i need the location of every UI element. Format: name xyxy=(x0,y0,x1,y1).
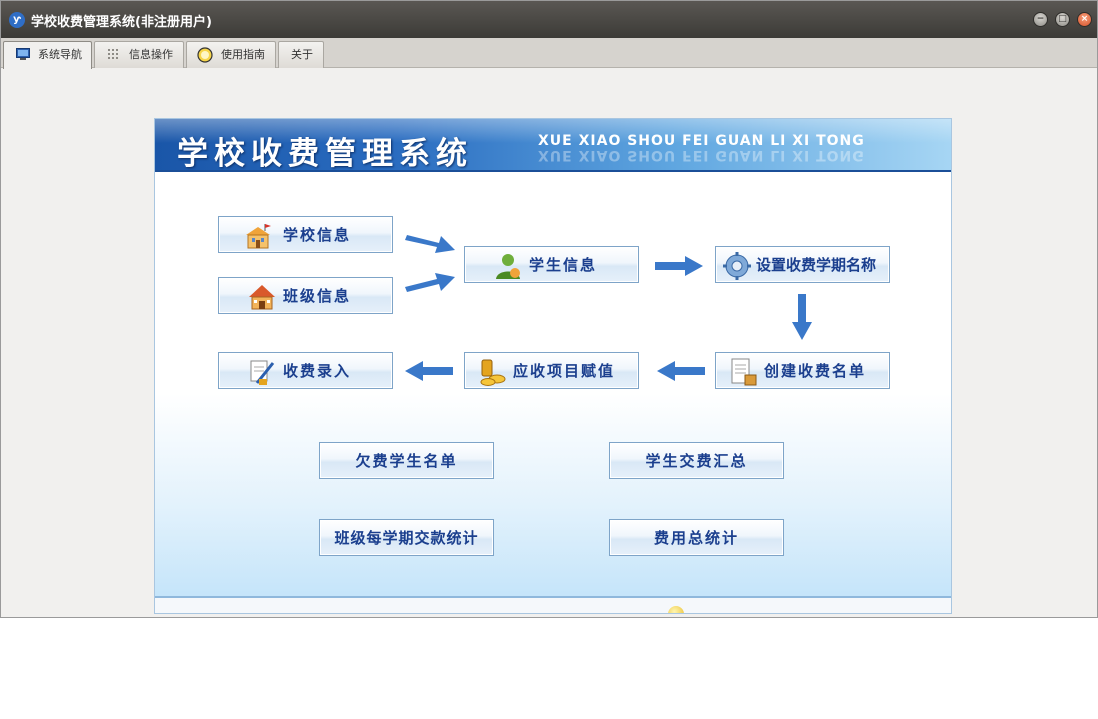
house-icon xyxy=(249,285,275,310)
button-label: 学校信息 xyxy=(283,226,352,244)
navigation-panel: 学校收费管理系统 XUE XIAO SHOU FEI GUAN LI XI TO… xyxy=(154,118,952,614)
maximize-icon: □ xyxy=(1058,14,1067,24)
arrow-school-to-student xyxy=(405,235,455,253)
monitor-icon xyxy=(16,48,30,60)
tab-bar: 系统导航 信息操作 使用指南 关于 xyxy=(1,38,1097,69)
fee-entry-button[interactable]: 收费录入 xyxy=(218,352,393,389)
tab-label: 关于 xyxy=(291,48,313,61)
banner-subtitle-reflection: XUE XIAO SHOU FEI GUAN LI XI TONG xyxy=(538,147,865,163)
info-bulb-icon xyxy=(668,606,684,613)
button-label: 创建收费名单 xyxy=(764,362,867,380)
button-label: 设置收费学期名称 xyxy=(756,256,877,274)
tab-label: 系统导航 xyxy=(38,48,82,61)
minimize-button[interactable]: − xyxy=(1033,12,1048,27)
help-circle-icon xyxy=(197,47,213,63)
payment-summary-button[interactable]: 学生交费汇总 xyxy=(609,442,784,479)
close-icon: × xyxy=(1080,14,1089,24)
button-label: 班级信息 xyxy=(283,287,352,305)
total-stats-button[interactable]: 费用总统计 xyxy=(609,519,784,556)
arrow-assign-to-entry xyxy=(405,361,453,381)
button-label: 收费录入 xyxy=(283,362,352,380)
fee-entry-pen-icon xyxy=(250,360,275,385)
school-info-button[interactable]: 学校信息 xyxy=(218,216,393,253)
minimize-icon: − xyxy=(1036,14,1045,24)
student-user-icon xyxy=(496,254,520,279)
assign-items-button[interactable]: 应收项目赋值 xyxy=(464,352,639,389)
arrow-term-to-create xyxy=(792,294,812,340)
button-label: 欠费学生名单 xyxy=(355,452,458,470)
student-info-button[interactable]: 学生信息 xyxy=(464,246,639,283)
app-logo-icon: ƴ xyxy=(9,12,25,28)
arrow-create-to-assign xyxy=(657,361,705,381)
banner-header: 学校收费管理系统 XUE XIAO SHOU FEI GUAN LI XI TO… xyxy=(155,119,951,172)
tab-about[interactable]: 关于 xyxy=(278,41,324,68)
school-building-icon xyxy=(246,224,271,249)
button-label: 费用总统计 xyxy=(653,529,739,547)
tab-information-operation[interactable]: 信息操作 xyxy=(94,41,184,68)
app-window: ƴ 学校收费管理系统(非注册用户) − □ × 系统导航 信息操作 使用指南 关… xyxy=(0,0,1098,618)
panel-footer xyxy=(155,596,951,613)
arrow-student-to-term xyxy=(655,256,703,276)
close-button[interactable]: × xyxy=(1077,12,1092,27)
tax-document-icon xyxy=(731,358,757,386)
settings-gear-icon xyxy=(723,252,751,280)
arrow-class-to-student xyxy=(405,273,455,292)
class-term-stats-button[interactable]: 班级每学期交款统计 xyxy=(319,519,494,556)
banner-title: 学校收费管理系统 xyxy=(177,136,473,172)
button-label: 班级每学期交款统计 xyxy=(334,529,479,547)
tab-system-navigation[interactable]: 系统导航 xyxy=(3,41,92,69)
create-fee-list-button[interactable]: 创建收费名单 xyxy=(715,352,890,389)
title-bar[interactable]: ƴ 学校收费管理系统(非注册用户) − □ × xyxy=(1,1,1097,38)
button-label: 应收项目赋值 xyxy=(513,362,616,380)
flow-area: 学校信息 班级信息 学生信息 设置收费学期名称 创建收费名单 应收项目赋值 收费… xyxy=(155,172,951,613)
coins-icon xyxy=(480,359,506,386)
maximize-button[interactable]: □ xyxy=(1055,12,1070,27)
button-label: 学生信息 xyxy=(529,256,598,274)
window-title: 学校收费管理系统(非注册用户) xyxy=(31,15,212,30)
tab-user-guide[interactable]: 使用指南 xyxy=(186,41,276,68)
arrears-list-button[interactable]: 欠费学生名单 xyxy=(319,442,494,479)
button-label: 学生交费汇总 xyxy=(645,452,748,470)
set-term-name-button[interactable]: 设置收费学期名称 xyxy=(715,246,890,283)
class-info-button[interactable]: 班级信息 xyxy=(218,277,393,314)
grid-icon xyxy=(108,49,118,59)
tab-label: 信息操作 xyxy=(129,48,173,61)
tab-label: 使用指南 xyxy=(221,48,265,61)
